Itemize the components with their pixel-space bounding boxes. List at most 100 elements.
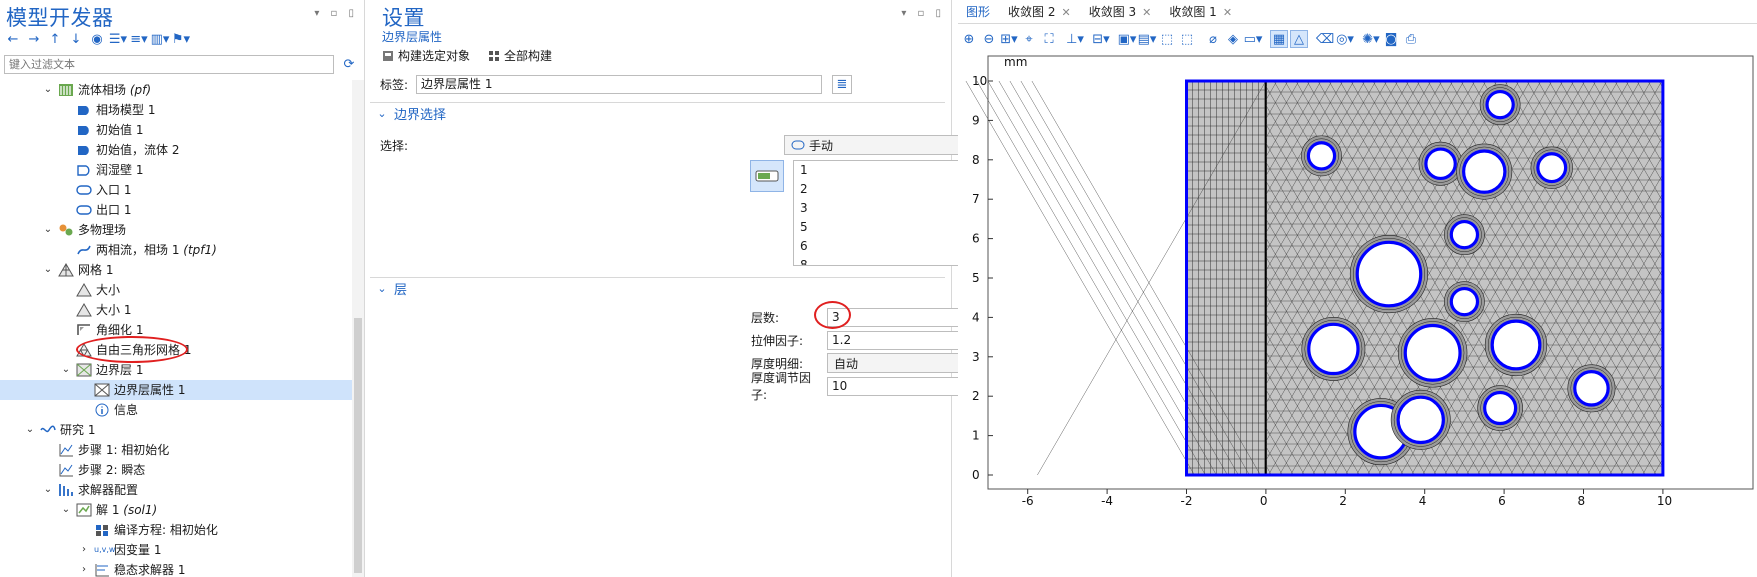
selection-mode-icon[interactable]: ▣▾ [1118,30,1137,48]
tree-item-boundary-layers[interactable]: ⌄ 边界层 1 [0,360,353,380]
expand-list-icon[interactable]: ☰▾ [109,30,127,48]
activate-selection-toggle[interactable] [750,160,784,192]
tree-item-label: 因变量 1 [114,543,162,557]
axes-icon[interactable]: ⊥▾ [1066,30,1084,48]
tree-item-solver-configurations[interactable]: ⌄ 求解器配置 [0,480,353,500]
tree-item-inlet[interactable]: 入口 1 [0,180,353,200]
show-icon[interactable]: ◉ [88,30,106,48]
graphics-canvas[interactable]: mm -6 -4 -2 0 2 4 6 8 10 0 1 2 3 4 5 6 7 8 9 10 [958,52,1757,577]
tab-graphics[interactable]: 图形 [958,0,1000,23]
tree-item-phase-model[interactable]: 相场模型 1 [0,100,353,120]
forward-arrow-icon[interactable]: → [25,30,43,48]
build-all-button[interactable]: 全部构建 [488,47,552,64]
tree-item-label: 初始值 1 [96,123,144,137]
tree-item-info[interactable]: 信息 [0,400,353,420]
tree-item-initial-values-fluid[interactable]: 初始值，流体 2 [0,140,353,160]
show-hide-icon[interactable]: ◈ [1224,30,1242,48]
close-icon[interactable]: ✕ [1142,6,1151,19]
tab-convergence-1[interactable]: 收敛图 1 ✕ [1161,0,1242,23]
collapse-chevron-icon[interactable]: ⌄ [42,260,54,280]
obstacle-circle [1536,152,1568,184]
tab-convergence-3[interactable]: 收敛图 3 ✕ [1081,0,1162,23]
tree-item-dependent-variables[interactable]: › u,v,w 因变量 1 [0,540,353,560]
selection-list-icon[interactable]: ▤▾ [1138,30,1157,48]
obstacle-circle [1307,322,1360,376]
tree-item-two-phase-flow[interactable]: 两相流，相场 1 (tpf1) [0,240,353,260]
tree-item-size-1[interactable]: 大小 1 [0,300,353,320]
tree-item-multiphysics[interactable]: ⌄ 多物理场 [0,220,353,240]
refresh-icon[interactable]: ⟳ [340,55,358,73]
mesh-edge [976,80,1206,476]
tree-item-step-1[interactable]: 步骤 1: 相初始化 [0,440,353,460]
tree-item-corner-refinement[interactable]: 角细化 1 [0,320,353,340]
tree-scrollbar[interactable] [352,80,364,577]
mesh-edge [1658,81,1663,89]
collapse-chevron-icon[interactable]: ⌄ [42,480,54,500]
tree-item-stationary-solver[interactable]: › 稳态求解器 1 [0,560,353,577]
label-field[interactable]: 边界层属性 1 [416,74,822,94]
pane-controls[interactable]: ▾ ▫ ▯ [314,8,358,19]
color-table-icon[interactable]: ◎▾ [1336,30,1354,48]
view-icon[interactable]: ▭▾ [1244,30,1263,48]
expand-chevron-icon[interactable]: › [78,560,90,577]
deselect-icon[interactable]: ⬚ [1178,30,1196,48]
settings-subtitle: 边界层属性 [382,30,443,44]
close-icon[interactable]: ✕ [1223,6,1232,19]
mesh-rendering-icon[interactable]: △ [1290,30,1308,48]
tree-item-free-triangular[interactable]: 自由三角形网格 1 [0,340,353,360]
collapse-chevron-icon[interactable]: ⌄ [60,500,72,520]
tree-item-compile-equations[interactable]: 编译方程: 相初始化 [0,520,353,540]
expand-chevron-icon[interactable]: › [78,540,90,560]
tree-item-study[interactable]: ⌄ 研究 1 [0,420,353,440]
build-selected-label: 构建选定对象 [398,49,471,63]
tree-item-wetted-wall[interactable]: 润湿壁 1 [0,160,353,180]
tree-item-step-2[interactable]: 步骤 2: 瞬态 [0,460,353,480]
filter-input[interactable] [4,54,334,74]
zoom-extents-icon[interactable]: ⛶ [1040,30,1058,48]
zoom-out-icon[interactable]: ⊖ [980,30,998,48]
hide-icon[interactable]: ⌀ [1204,30,1222,48]
move-down-icon[interactable]: ↓ [67,30,85,48]
back-arrow-icon[interactable]: ← [4,30,22,48]
tab-convergence-2[interactable]: 收敛图 2 ✕ [1000,0,1081,23]
collapse-chevron-icon[interactable]: ⌄ [42,220,54,240]
boundary-selection-header[interactable]: ⌄ 边界选择 [370,102,945,124]
x-tick-label: -4 [1101,494,1113,508]
obstacle-circle [1462,149,1507,194]
zoom-in-icon[interactable]: ⊕ [960,30,978,48]
collapse-chevron-icon[interactable]: ⌄ [42,80,54,100]
close-icon[interactable]: ✕ [1061,6,1070,19]
print-icon[interactable]: ⎙ [1402,30,1420,48]
tree-item-mesh[interactable]: ⌄ 网格 1 [0,260,353,280]
step-icon [58,463,74,477]
build-selected-button[interactable]: 构建选定对象 [382,47,470,64]
rotate-icon[interactable]: ✺▾ [1362,30,1380,48]
tree-item-flow-phase-field[interactable]: ⌄ 流体相场 (pf) [0,80,353,100]
tree-item-initial-values[interactable]: 初始值 1 [0,120,353,140]
clear-icon[interactable]: ⌫ [1316,30,1334,48]
zoom-box-icon[interactable]: ⊞▾ [1000,30,1018,48]
tree-item-outlet[interactable]: 出口 1 [0,200,353,220]
mesh-plot[interactable]: mm -6 -4 -2 0 2 4 6 8 10 0 1 2 3 4 5 6 7 8 9 10 [958,52,1757,577]
collapse-chevron-icon[interactable]: ⌄ [60,360,72,380]
obstacle-circle [1396,395,1445,445]
select-all-icon[interactable]: ⬚ [1158,30,1176,48]
grid-icon[interactable]: ▦ [1270,30,1288,48]
scrollbar-thumb[interactable] [354,318,362,573]
pin-icon[interactable]: ⚑▾ [172,30,190,48]
collapse-chevron-icon[interactable]: ⌄ [24,420,36,440]
label-edit-icon[interactable]: ≣ [832,74,852,94]
mesh-edge [1708,81,1757,475]
move-up-icon[interactable]: ↑ [46,30,64,48]
tree-item-size[interactable]: 大小 [0,280,353,300]
camera-icon[interactable]: ◙ [1382,30,1400,48]
center-icon[interactable]: ⌖ [1020,30,1038,48]
tree-item-boundary-layer-properties[interactable]: 边界层属性 1 [0,380,353,400]
tree-item-solution-1[interactable]: ⌄ 解 1 (sol1) [0,500,353,520]
triangle-mesh-icon [76,343,92,357]
sort-list-icon[interactable]: ≡▾ [130,30,148,48]
select-boundary-icon[interactable]: ⊟▾ [1092,30,1110,48]
columns-icon[interactable]: ▥▾ [151,30,170,48]
pane-controls[interactable]: ▾ ▫ ▯ [901,8,945,19]
layers-header[interactable]: ⌄ 层 [370,277,945,299]
